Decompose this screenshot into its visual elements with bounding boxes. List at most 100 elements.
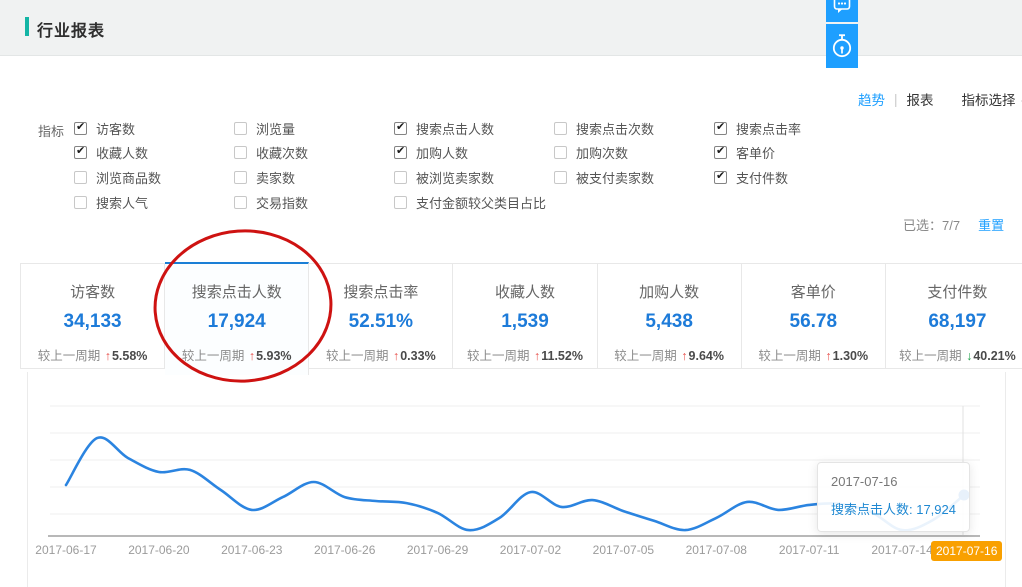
message-icon — [832, 0, 852, 20]
checkbox-label: 浏览量 — [256, 119, 295, 138]
checkbox-label: 加购次数 — [576, 143, 628, 162]
compare-label: 较上一周期 — [899, 349, 965, 363]
metric-card-change: 较上一周期 ↑1.30% — [742, 345, 885, 364]
selection-summary: 已选：7/7 重置 — [903, 215, 1004, 234]
checkbox-icon[interactable] — [74, 171, 87, 184]
metric-checkbox[interactable]: 访客数 — [74, 116, 161, 141]
arrow-up-icon: ↑ — [105, 349, 111, 363]
change-percent: 11.52% — [541, 349, 583, 363]
x-tick-label: 2017-07-05 — [581, 543, 665, 557]
checkbox-icon[interactable] — [234, 171, 247, 184]
stopwatch-icon — [829, 32, 855, 60]
metric-checkbox[interactable]: 搜索人气 — [74, 190, 161, 215]
x-tick-label: 2017-07-02 — [488, 543, 572, 557]
metrics-column: 搜索点击率客单价支付件数 — [714, 116, 801, 190]
metric-card-title: 搜索点击率 — [309, 281, 452, 302]
metric-checkbox[interactable]: 被支付卖家数 — [554, 165, 654, 190]
metrics-column: 浏览量收藏次数卖家数交易指数 — [234, 116, 308, 214]
metrics-column: 访客数收藏人数浏览商品数搜索人气 — [74, 116, 161, 214]
checkbox-label: 收藏人数 — [96, 143, 148, 162]
tooltip-date: 2017-07-16 — [831, 474, 956, 489]
checkbox-icon[interactable] — [554, 122, 567, 135]
metric-checkbox[interactable]: 加购人数 — [394, 141, 546, 166]
metrics-column: 搜索点击人数加购人数被浏览卖家数支付金额较父类目占比 — [394, 116, 546, 214]
checkbox-label: 浏览商品数 — [96, 168, 161, 187]
checkbox-icon[interactable] — [234, 122, 247, 135]
metric-card-title: 访客数 — [21, 281, 164, 302]
checkbox-label: 搜索点击次数 — [576, 119, 654, 138]
checkbox-label: 卖家数 — [256, 168, 295, 187]
metric-card[interactable]: 访客数34,133较上一周期 ↑5.58% — [20, 263, 165, 369]
metric-card-value: 52.51% — [309, 311, 452, 333]
metric-checkbox[interactable]: 搜索点击人数 — [394, 116, 546, 141]
report-view-link[interactable]: 报表 — [907, 89, 934, 109]
view-toolbar: 趋势 | 报表 指标选择 — [858, 89, 1022, 109]
change-percent: 5.58% — [112, 349, 147, 363]
x-tick-label: 2017-06-26 — [303, 543, 387, 557]
checkbox-icon[interactable] — [554, 146, 567, 159]
checkbox-icon[interactable] — [394, 146, 407, 159]
checkbox-label: 搜索点击率 — [736, 119, 801, 138]
metric-checkbox[interactable]: 收藏人数 — [74, 141, 161, 166]
metric-card[interactable]: 客单价56.78较上一周期 ↑1.30% — [742, 263, 886, 369]
metric-card[interactable]: 收藏人数1,539较上一周期 ↑11.52% — [453, 263, 597, 369]
toolbar-divider: | — [894, 92, 898, 107]
checkbox-icon[interactable] — [394, 196, 407, 209]
checkbox-label: 加购人数 — [416, 143, 468, 162]
feedback-button[interactable] — [826, 0, 858, 22]
checkbox-icon[interactable] — [234, 146, 247, 159]
metric-card-value: 56.78 — [742, 311, 885, 333]
metric-card[interactable]: 支付件数68,197较上一周期 ↓40.21% — [886, 263, 1022, 369]
metric-card[interactable]: 加购人数5,438较上一周期 ↑9.64% — [598, 263, 742, 369]
trend-view-link[interactable]: 趋势 — [858, 89, 885, 109]
change-percent: 1.30% — [833, 349, 868, 363]
checkbox-icon[interactable] — [714, 146, 727, 159]
checkbox-icon[interactable] — [74, 122, 87, 135]
title-accent-bar — [25, 17, 29, 36]
checkbox-label: 搜索人气 — [96, 193, 148, 212]
checkbox-icon[interactable] — [394, 122, 407, 135]
x-tick-label: 2017-06-29 — [396, 543, 480, 557]
metric-card-change: 较上一周期 ↑0.33% — [309, 345, 452, 364]
metric-checkbox[interactable]: 卖家数 — [234, 165, 308, 190]
tooltip-value: 搜索点击人数: 17,924 — [831, 499, 956, 518]
arrow-up-icon: ↑ — [249, 349, 255, 363]
metric-card-title: 加购人数 — [598, 281, 741, 302]
metric-checkbox[interactable]: 客单价 — [714, 141, 801, 166]
checkbox-icon[interactable] — [234, 196, 247, 209]
metric-checkbox[interactable]: 加购次数 — [554, 141, 654, 166]
metric-checkbox[interactable]: 搜索点击次数 — [554, 116, 654, 141]
metric-card[interactable]: 搜索点击率 52.51% 较上一周期 ↑0.33% — [309, 263, 453, 369]
selected-count: 已选：7/7 — [903, 215, 960, 234]
metric-card-value: 17,924 — [165, 311, 308, 333]
metric-card[interactable]: 搜索点击人数17,924较上一周期 ↑5.93% — [165, 262, 309, 375]
metric-checkbox[interactable]: 支付件数 — [714, 165, 801, 190]
metric-checkbox[interactable]: 支付金额较父类目占比 — [394, 190, 546, 215]
checkbox-icon[interactable] — [74, 196, 87, 209]
checkbox-icon[interactable] — [394, 171, 407, 184]
checkbox-label: 客单价 — [736, 143, 775, 162]
checkbox-icon[interactable] — [714, 122, 727, 135]
x-tick-label: 2017-07-08 — [674, 543, 758, 557]
metric-checkbox[interactable]: 交易指数 — [234, 190, 308, 215]
history-timer-button[interactable] — [826, 24, 858, 68]
metric-select-toggle[interactable]: 指标选择 — [962, 89, 1016, 109]
floating-button-stack — [826, 0, 858, 68]
metric-card-value: 68,197 — [886, 311, 1022, 333]
metric-card-value: 5,438 — [598, 311, 741, 333]
metric-checkbox[interactable]: 搜索点击率 — [714, 116, 801, 141]
metric-checkbox[interactable]: 收藏次数 — [234, 141, 308, 166]
compare-label: 较上一周期 — [758, 349, 824, 363]
x-tick-label: 2017-06-23 — [210, 543, 294, 557]
metric-checkbox[interactable]: 被浏览卖家数 — [394, 165, 546, 190]
x-tick-label: 2017-06-20 — [117, 543, 201, 557]
metric-card-change: 较上一周期 ↑5.93% — [165, 345, 308, 364]
checkbox-icon[interactable] — [74, 146, 87, 159]
metrics-column: 搜索点击次数加购次数被支付卖家数 — [554, 116, 654, 190]
checkbox-icon[interactable] — [554, 171, 567, 184]
page-header: 行业报表 — [0, 0, 1022, 56]
metric-checkbox[interactable]: 浏览商品数 — [74, 165, 161, 190]
checkbox-icon[interactable] — [714, 171, 727, 184]
metric-checkbox[interactable]: 浏览量 — [234, 116, 308, 141]
reset-link[interactable]: 重置 — [978, 215, 1004, 234]
